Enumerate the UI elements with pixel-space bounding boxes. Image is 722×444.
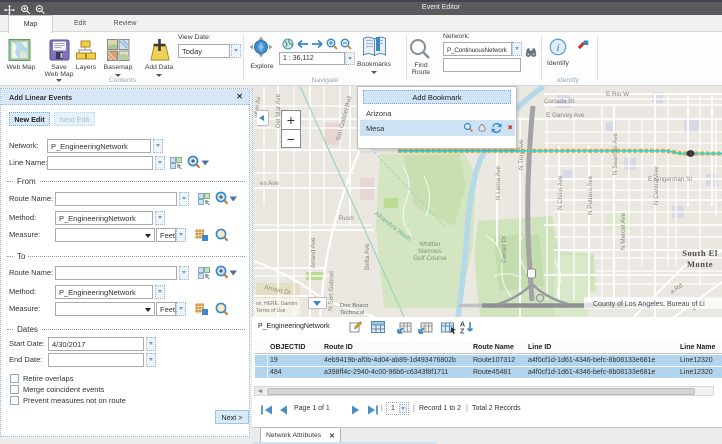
svg-text:Technical: Technical <box>340 310 364 316</box>
svg-text:N Mercel Ave: N Mercel Ave <box>620 212 627 250</box>
svg-text:Cortada St: Cortada St <box>544 98 574 105</box>
svg-text:Terms of Use: Terms of Use <box>256 308 286 314</box>
svg-text:N San Gabriel: N San Gabriel <box>327 271 335 311</box>
svg-text:N Lema Ave: N Lema Ave <box>495 165 502 200</box>
svg-text:Z: Z <box>460 329 465 335</box>
svg-text:E Kingerman St: E Kingerman St <box>648 176 692 183</box>
svg-text:Narrows: Narrows <box>418 248 441 255</box>
svg-text:South El: South El <box>682 248 718 258</box>
svg-text:N Chico Ave: N Chico Ave <box>557 175 564 210</box>
svg-text:N Troy Ave: N Troy Ave <box>518 139 525 170</box>
svg-text:A: A <box>460 322 465 329</box>
svg-text:Whittier: Whittier <box>419 241 440 248</box>
svg-text:Golf Course: Golf Course <box>413 255 447 262</box>
svg-text:Center Dr: Center Dr <box>501 236 508 263</box>
svg-text:County of Los Angeles, Bureau: County of Los Angeles, Bureau of Li <box>593 301 705 308</box>
svg-text:Rush: Rush <box>339 215 354 222</box>
svg-text:Monte: Monte <box>687 259 713 269</box>
svg-text:N Potrero Ave: N Potrero Ave <box>587 175 594 215</box>
svg-text:N Seaman Ave: N Seaman Ave <box>612 133 619 175</box>
svg-text:N Central Ave: N Central Ave <box>653 166 660 205</box>
svg-text:sri, HERE, Garmin: sri, HERE, Garmin <box>256 301 297 307</box>
svg-text:es Ave: es Ave <box>260 180 279 187</box>
svg-text:E Rio W: E Rio W <box>606 91 629 98</box>
svg-text:Don Bosco: Don Bosco <box>340 303 368 309</box>
svg-text:E Garvey Ave: E Garvey Ave <box>546 112 585 119</box>
svg-text:Belta Ave: Belta Ave <box>364 243 371 270</box>
svg-text:Arland Ave: Arland Ave <box>310 237 317 268</box>
svg-text:i: i <box>557 42 560 54</box>
